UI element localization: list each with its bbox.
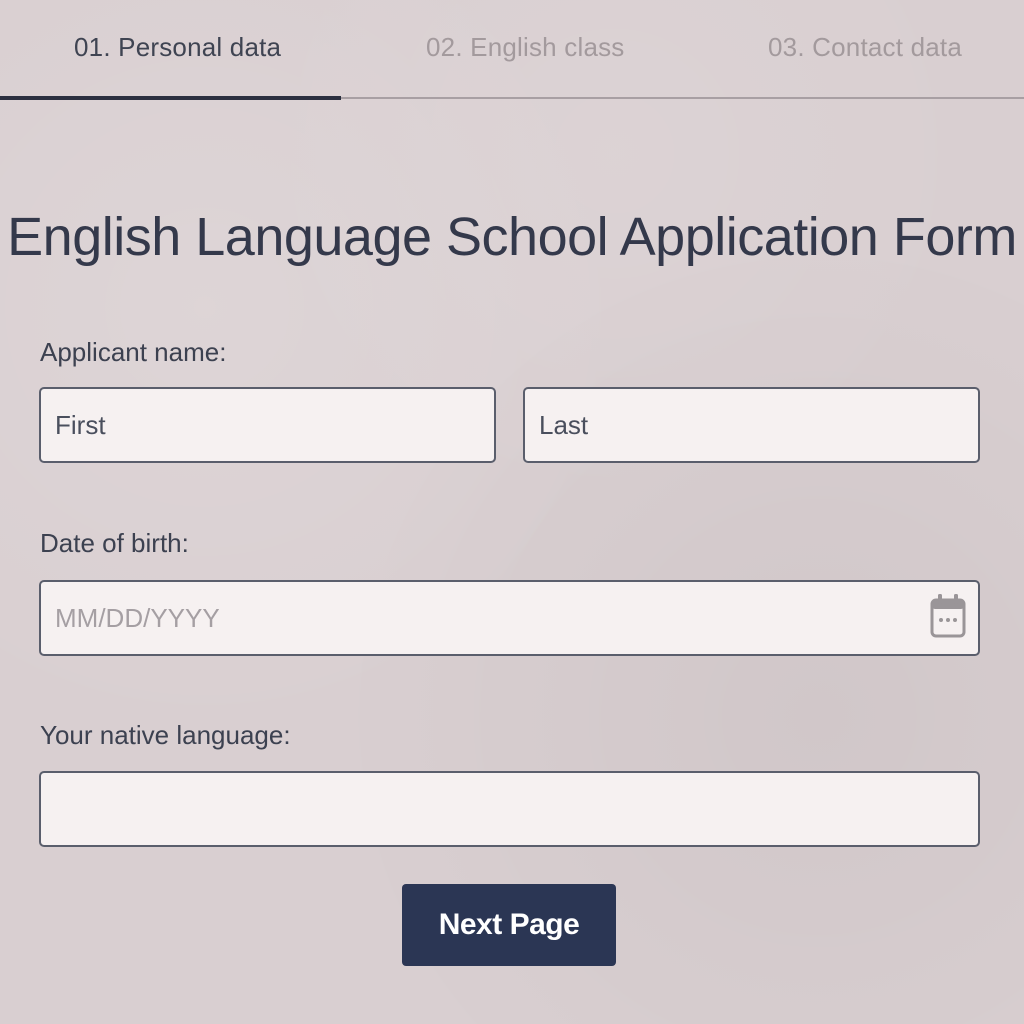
first-name-input[interactable] <box>39 387 496 463</box>
native-language-input[interactable] <box>39 771 980 847</box>
step-contact-data[interactable]: 03. Contact data <box>768 32 962 63</box>
step-english-class[interactable]: 02. English class <box>426 32 625 63</box>
step-navigation: 01. Personal data 02. English class 03. … <box>0 0 1024 100</box>
native-language-label: Your native language: <box>40 720 291 750</box>
applicant-name-label: Applicant name: <box>40 337 227 367</box>
date-of-birth-label: Date of birth: <box>40 528 189 558</box>
next-page-button[interactable]: Next Page <box>402 884 616 966</box>
date-of-birth-input[interactable] <box>39 580 980 656</box>
step-personal-data[interactable]: 01. Personal data <box>74 32 281 63</box>
progress-fill <box>0 96 341 100</box>
calendar-icon[interactable] <box>930 590 966 640</box>
page-title: English Language School Application Form <box>7 207 1017 267</box>
last-name-input[interactable] <box>523 387 980 463</box>
